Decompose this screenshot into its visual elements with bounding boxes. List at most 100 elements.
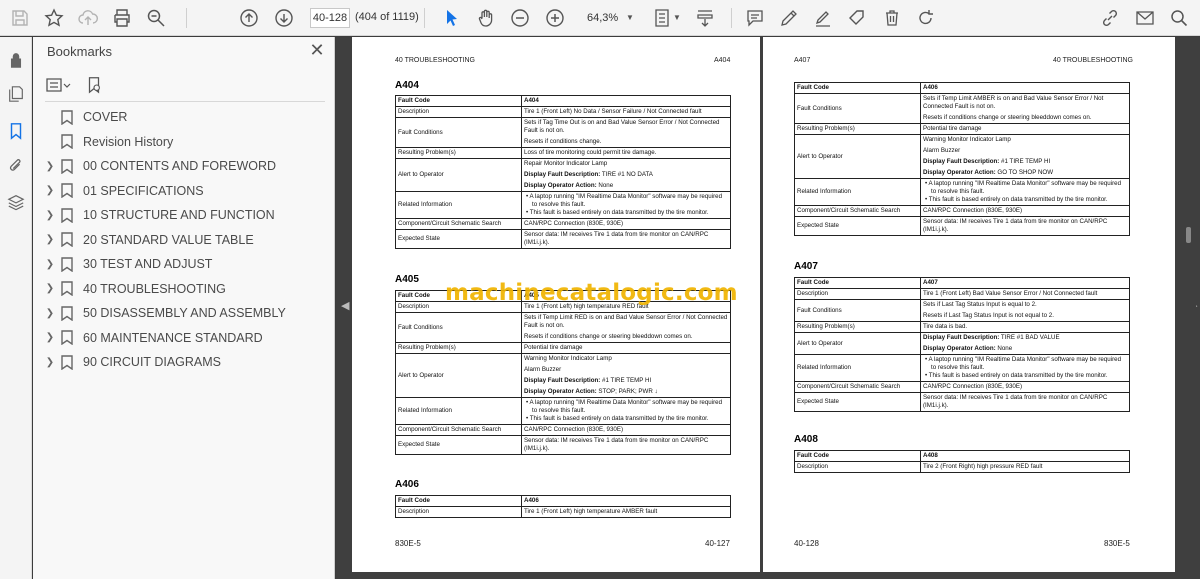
table-cell: Loss of tire monitoring could permit tir… <box>521 147 731 159</box>
email-icon[interactable] <box>1133 6 1157 30</box>
page-count: (404 of 1119) <box>355 11 419 23</box>
bookmark-icon <box>61 159 73 174</box>
fault-table-a404: Fault Code A404 Description Tire 1 (Front … <box>395 95 731 249</box>
bookmark-item[interactable]: ❯ 30 TEST AND ADJUST <box>33 252 335 277</box>
link-icon[interactable] <box>1098 6 1122 30</box>
table-cell: Sensor data: IM receives Tire 1 data fro… <box>920 392 1130 412</box>
chevron-right-icon[interactable]: ❯ <box>43 161 57 172</box>
cloud-upload-icon[interactable] <box>76 6 100 30</box>
scrollbar-thumb[interactable] <box>1186 227 1191 243</box>
star-icon[interactable] <box>42 6 66 30</box>
bookmark-label: 90 CIRCUIT DIAGRAMS <box>83 355 221 370</box>
table-cell: Fault Code <box>395 95 522 107</box>
table-cell: • A laptop running "IM Realtime Data Mon… <box>920 354 1130 382</box>
delete-icon[interactable] <box>880 6 904 30</box>
bookmark-icon <box>61 281 73 297</box>
zoom-in-icon[interactable] <box>543 6 567 30</box>
section-title: A404 <box>395 80 419 91</box>
vertical-scrollbar[interactable] <box>1182 37 1196 579</box>
stamp-icon[interactable] <box>845 6 869 30</box>
print-icon[interactable] <box>110 6 134 30</box>
prev-page-icon[interactable] <box>237 6 261 30</box>
page-footer-right: 830E-5 <box>1104 539 1130 548</box>
table-cell: Description <box>794 288 921 300</box>
table-cell: Resulting Problem(s) <box>794 123 921 135</box>
bookmark-icon <box>61 232 73 248</box>
table-cell: Potential tire damage <box>920 123 1130 135</box>
bookmark-icon <box>61 208 73 223</box>
bookmark-item[interactable]: ❯ 50 DISASSEMBLY AND ASSEMBLY <box>33 301 335 326</box>
table-cell: Component/Circuit Schematic Search <box>395 424 522 436</box>
table-cell: Tire 1 (Front Left) No Data / Sensor Fai… <box>521 106 731 118</box>
chevron-right-icon[interactable]: ❯ <box>43 234 57 245</box>
bookmark-item[interactable]: ❯ 40 TROUBLESHOOTING <box>33 277 335 302</box>
layers-icon[interactable] <box>5 191 27 213</box>
table-cell: Component/Circuit Schematic Search <box>395 218 522 230</box>
chevron-right-icon[interactable]: ❯ <box>43 308 57 319</box>
new-bookmark-icon[interactable] <box>85 74 113 96</box>
sign-icon[interactable] <box>811 6 835 30</box>
hand-icon[interactable] <box>474 6 498 30</box>
bookmark-item[interactable]: ❯ 60 MAINTENANCE STANDARD <box>33 326 335 351</box>
bookmark-icon <box>61 134 73 150</box>
page-footer-left: 40-128 <box>794 539 819 548</box>
chevron-down-icon[interactable]: ▼ <box>673 13 681 22</box>
redo-icon[interactable] <box>914 6 938 30</box>
table-cell: A407 <box>920 277 1130 289</box>
bookmark-label: 01 SPECIFICATIONS <box>83 183 204 198</box>
comment-icon[interactable] <box>743 6 767 30</box>
pen-icon[interactable] <box>777 6 801 30</box>
zoom-out-icon[interactable] <box>508 6 532 30</box>
table-cell: Fault Conditions <box>794 299 921 322</box>
chevron-right-icon[interactable]: ❯ <box>43 259 57 270</box>
table-cell: Expected State <box>395 435 522 455</box>
fault-table-a408: Fault Code A408 Description Tire 2 (Front … <box>794 450 1130 473</box>
toolbar-separator <box>424 8 425 28</box>
table-cell: Alert to Operator <box>395 158 522 192</box>
bookmark-item[interactable]: ❯ 00 CONTENTS AND FOREWORD <box>33 154 335 179</box>
chevron-right-icon[interactable]: ❯ <box>43 283 57 294</box>
table-cell: Display Fault Description: TIRE #1 BAD V… <box>920 332 1130 355</box>
select-cursor-icon[interactable] <box>440 6 464 30</box>
bookmark-item[interactable]: Revision History <box>33 130 335 155</box>
bookmark-icon <box>61 110 73 125</box>
chevron-right-icon[interactable]: ❯ <box>43 210 57 221</box>
next-page-icon[interactable] <box>272 6 296 30</box>
options-menu-icon[interactable] <box>45 74 73 96</box>
save-icon[interactable] <box>8 6 32 30</box>
table-cell: Repair Monitor Indicator Lamp Display Fau… <box>521 158 731 192</box>
bookmark-item[interactable]: ❯ 01 SPECIFICATIONS <box>33 179 335 204</box>
chevron-left-icon[interactable]: ◀ <box>341 299 351 313</box>
close-icon[interactable]: ✕ <box>307 40 327 60</box>
table-cell: Related Information <box>794 354 921 382</box>
document-viewport[interactable]: ◀ ▶ 40 TROUBLESHOOTING A404 A404 Fault C… <box>336 37 1200 579</box>
pages-icon[interactable] <box>5 83 27 105</box>
table-cell: Tire 1 (Front Left) Bad Value Sensor Err… <box>920 288 1130 300</box>
page-fit-icon[interactable] <box>650 6 674 30</box>
bookmark-item[interactable]: ❯ 10 STRUCTURE AND FUNCTION <box>33 203 335 228</box>
scroll-mode-icon[interactable] <box>693 6 717 30</box>
table-cell: A408 <box>920 450 1130 462</box>
table-cell: CAN/RPC Connection (830E, 930E) <box>521 424 731 436</box>
chevron-right-icon[interactable]: ❯ <box>43 185 57 196</box>
bookmark-icon[interactable] <box>5 120 27 142</box>
chevron-right-icon[interactable]: ❯ <box>43 332 57 343</box>
table-cell: Fault Code <box>794 277 921 289</box>
chevron-down-icon[interactable]: ▼ <box>626 13 634 22</box>
bookmark-item[interactable]: ❯ 90 CIRCUIT DIAGRAMS <box>33 350 335 375</box>
bookmark-icon <box>61 183 73 199</box>
zoom-search-icon[interactable] <box>144 6 168 30</box>
table-cell: Warning Monitor Indicator Lamp Alarm Buzz… <box>920 134 1130 179</box>
bookmark-item[interactable]: COVER <box>33 105 335 130</box>
chevron-right-icon[interactable]: ❯ <box>43 357 57 368</box>
search-icon[interactable] <box>1167 6 1191 30</box>
bookmark-item[interactable]: ❯ 20 STANDARD VALUE TABLE <box>33 228 335 253</box>
section-title: A405 <box>395 274 419 285</box>
page-number-input[interactable]: 40-128 <box>310 8 350 28</box>
table-cell: CAN/RPC Connection (830E, 930E) <box>920 381 1130 393</box>
lock-icon[interactable] <box>5 49 27 71</box>
section-title: A408 <box>794 434 818 445</box>
attachment-icon[interactable] <box>5 155 27 177</box>
page-header-right: 40 TROUBLESHOOTING <box>1053 57 1134 64</box>
table-cell: Fault Conditions <box>794 93 921 124</box>
